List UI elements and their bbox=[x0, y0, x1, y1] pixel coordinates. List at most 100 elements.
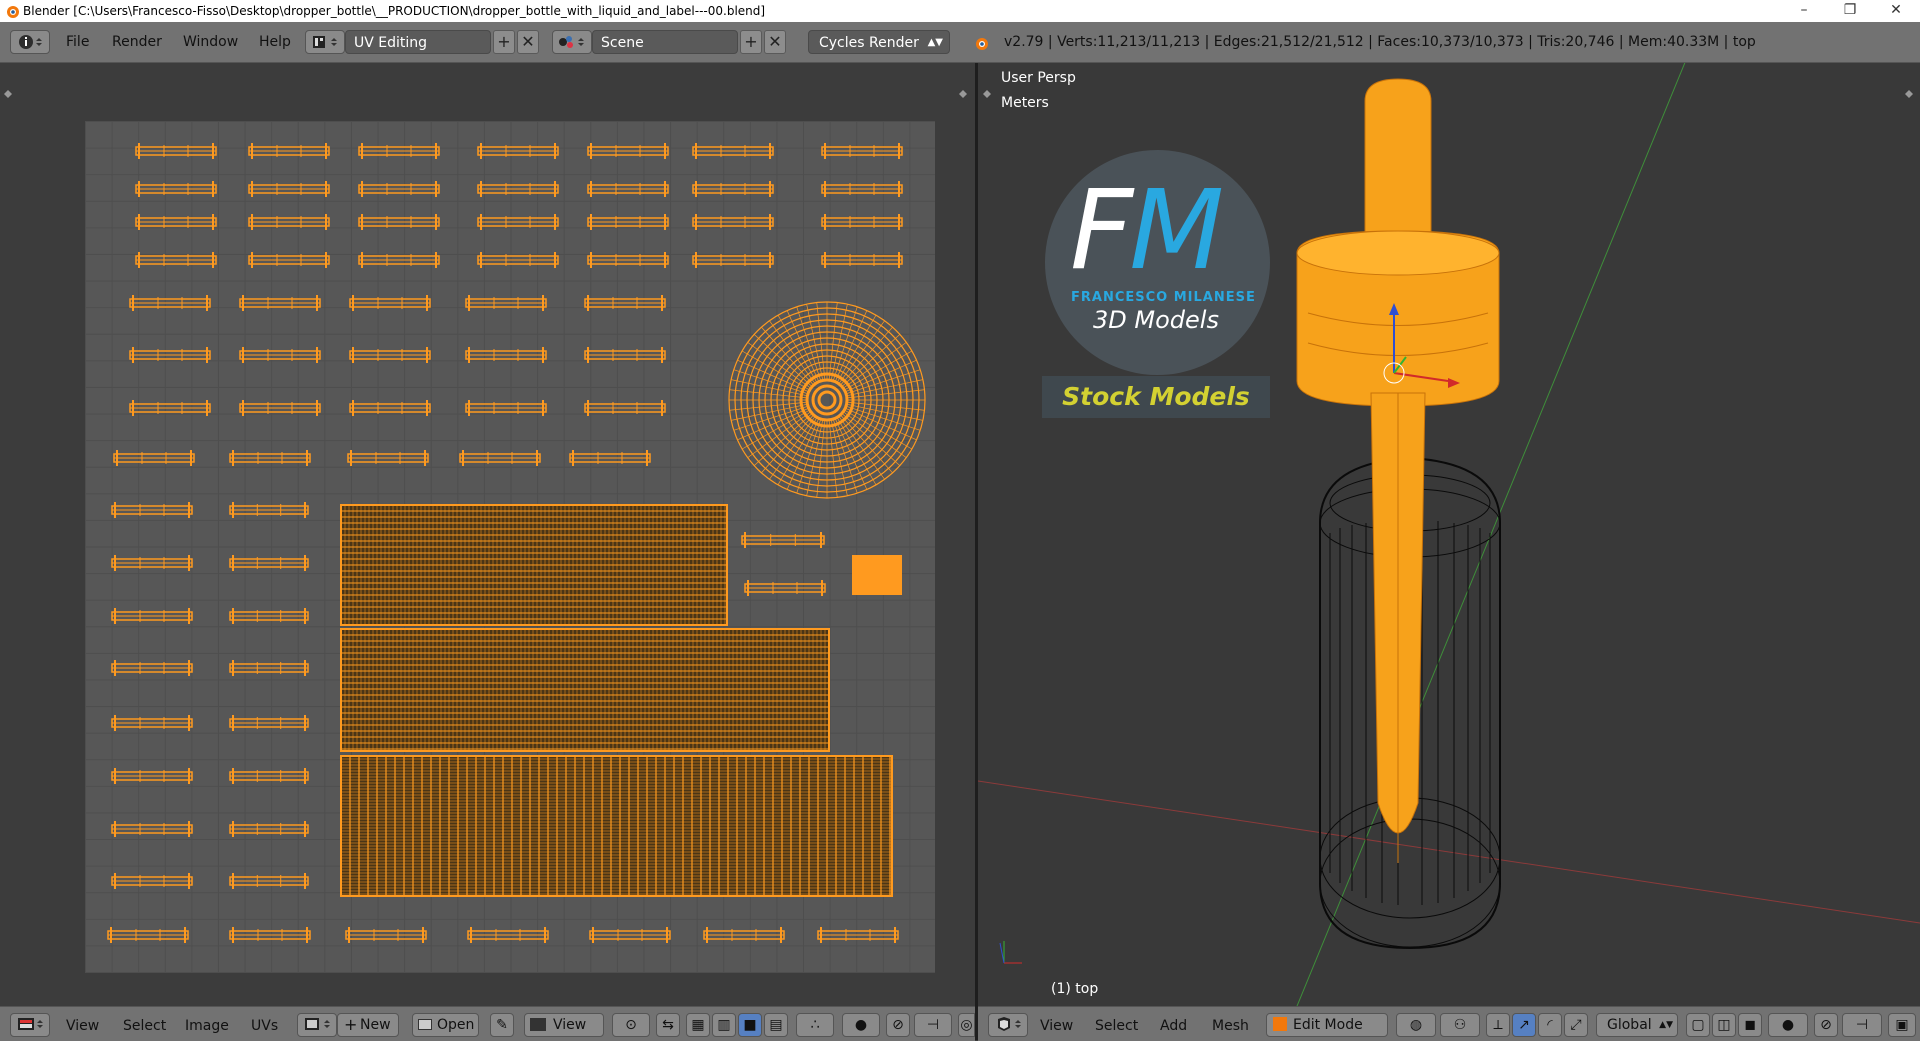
uv-island-square[interactable] bbox=[852, 555, 902, 595]
uv-island-strip[interactable] bbox=[821, 214, 903, 230]
uv-island-strip[interactable] bbox=[113, 450, 195, 466]
uv-island-block[interactable] bbox=[340, 755, 893, 897]
uv-island-strip[interactable] bbox=[703, 927, 785, 943]
uv-island-strip[interactable] bbox=[477, 143, 559, 159]
uv-island-strip[interactable] bbox=[229, 715, 309, 731]
uv-island-strip[interactable] bbox=[587, 252, 669, 268]
uv-island-strip[interactable] bbox=[477, 252, 559, 268]
uv-island-strip[interactable] bbox=[477, 181, 559, 197]
translate-manipulator-button[interactable]: ↗ bbox=[1512, 1013, 1536, 1037]
uv-island-strip[interactable] bbox=[345, 927, 427, 943]
uv-island-strip[interactable] bbox=[135, 143, 217, 159]
maximize-button[interactable]: ❐ bbox=[1828, 0, 1872, 22]
uv-island-strip[interactable] bbox=[358, 143, 440, 159]
screen-layout-selector[interactable] bbox=[305, 30, 345, 54]
edge-select-button[interactable]: ▥ bbox=[712, 1013, 736, 1037]
new-image-button[interactable]: + New bbox=[337, 1013, 399, 1037]
uv-island-strip[interactable] bbox=[358, 252, 440, 268]
uv-island-strip[interactable] bbox=[587, 181, 669, 197]
uv-island-strip[interactable] bbox=[821, 181, 903, 197]
uv-island-strip[interactable] bbox=[111, 821, 193, 837]
add-layout-button[interactable]: + bbox=[493, 30, 515, 54]
screen-layout-field[interactable]: UV Editing bbox=[345, 30, 491, 54]
snap-target-dropdown[interactable]: ⊣ bbox=[1842, 1013, 1882, 1037]
manipulator-toggle-button[interactable]: ⟂ bbox=[1486, 1013, 1510, 1037]
uv-island-strip[interactable] bbox=[347, 450, 429, 466]
sticky-select-dropdown[interactable]: ∴ bbox=[796, 1013, 834, 1037]
uv-menu-select[interactable]: Select bbox=[123, 1015, 166, 1037]
render-engine-dropdown[interactable]: Cycles Render ▲▼ bbox=[808, 30, 950, 54]
uv-island-strip[interactable] bbox=[239, 295, 321, 311]
uv-island-strip[interactable] bbox=[248, 181, 330, 197]
menu-help[interactable]: Help bbox=[259, 30, 291, 54]
menu-window[interactable]: Window bbox=[183, 30, 238, 54]
uv-island-strip[interactable] bbox=[229, 450, 311, 466]
uv-island-strip[interactable] bbox=[111, 873, 193, 889]
editor-type-info-button[interactable] bbox=[10, 30, 50, 54]
uv-island-strip[interactable] bbox=[135, 214, 217, 230]
uv-island-strip[interactable] bbox=[229, 768, 309, 784]
uv-island-strip[interactable] bbox=[741, 532, 825, 548]
uv-island-strip[interactable] bbox=[465, 347, 547, 363]
uv-island-strip[interactable] bbox=[349, 347, 431, 363]
uv-island-strip[interactable] bbox=[817, 927, 899, 943]
uv-island-block[interactable] bbox=[340, 504, 728, 626]
uv-island-strip[interactable] bbox=[587, 214, 669, 230]
transform-orientation-dropdown[interactable]: Global ▲▼ bbox=[1596, 1013, 1678, 1037]
image-browse-button[interactable] bbox=[297, 1013, 337, 1037]
uv-island-strip[interactable] bbox=[467, 927, 549, 943]
uv-image-editor[interactable] bbox=[0, 63, 975, 1006]
pivot-point-dropdown[interactable]: ⚇ bbox=[1440, 1013, 1480, 1037]
pin-image-button[interactable]: ✎ bbox=[490, 1013, 514, 1037]
uv-island-strip[interactable] bbox=[589, 927, 671, 943]
3d-menu-view[interactable]: View bbox=[1040, 1015, 1073, 1037]
uv-island-strip[interactable] bbox=[239, 400, 321, 416]
uv-island-strip[interactable] bbox=[111, 715, 193, 731]
uv-island-strip[interactable] bbox=[229, 502, 309, 518]
proportional-editing-dropdown[interactable]: ● bbox=[1768, 1013, 1808, 1037]
pivot-dropdown[interactable]: ⊙ bbox=[612, 1013, 650, 1037]
uv-island-strip[interactable] bbox=[587, 143, 669, 159]
uv-island-strip[interactable] bbox=[248, 143, 330, 159]
remove-layout-button[interactable]: ✕ bbox=[517, 30, 539, 54]
uv-island-strip[interactable] bbox=[229, 660, 309, 676]
snap-button[interactable]: ⊘ bbox=[1814, 1013, 1838, 1037]
uv-island-strip[interactable] bbox=[465, 295, 547, 311]
scene-field[interactable]: Scene bbox=[592, 30, 738, 54]
uv-island-strip[interactable] bbox=[477, 214, 559, 230]
uv-island-strip[interactable] bbox=[248, 252, 330, 268]
opengl-render-button[interactable]: ▣ bbox=[1888, 1013, 1916, 1037]
menu-render[interactable]: Render bbox=[112, 30, 162, 54]
uv-island-strip[interactable] bbox=[111, 555, 193, 571]
scene-selector[interactable] bbox=[552, 30, 592, 54]
vertex-select-button[interactable]: ▦ bbox=[686, 1013, 710, 1037]
interaction-mode-dropdown[interactable]: Edit Mode bbox=[1266, 1013, 1388, 1037]
uv-island-strip[interactable] bbox=[584, 347, 666, 363]
render-slot-button[interactable]: ◎ bbox=[958, 1013, 975, 1037]
close-window-button[interactable]: ✕ bbox=[1874, 0, 1918, 22]
uv-island-strip[interactable] bbox=[358, 214, 440, 230]
uv-menu-view[interactable]: View bbox=[66, 1015, 99, 1037]
uv-island-strip[interactable] bbox=[692, 214, 774, 230]
sync-selection-button[interactable]: ⇆ bbox=[656, 1013, 680, 1037]
uv-island-strip[interactable] bbox=[229, 927, 311, 943]
uv-island-strip[interactable] bbox=[821, 252, 903, 268]
uv-island-strip[interactable] bbox=[229, 821, 309, 837]
uv-island-strip[interactable] bbox=[692, 252, 774, 268]
uv-island-strip[interactable] bbox=[129, 295, 211, 311]
viewport-shading-dropdown[interactable]: ◍ bbox=[1396, 1013, 1436, 1037]
island-select-button[interactable]: ▤ bbox=[764, 1013, 788, 1037]
menu-file[interactable]: File bbox=[66, 30, 89, 54]
snap-element-dropdown[interactable]: ⊣ bbox=[914, 1013, 952, 1037]
uv-editor-type-button[interactable] bbox=[10, 1013, 50, 1037]
rotate-manipulator-button[interactable]: ◜ bbox=[1538, 1013, 1562, 1037]
minimize-button[interactable]: – bbox=[1782, 0, 1826, 22]
uv-island-block[interactable] bbox=[340, 628, 830, 752]
uv-island-strip[interactable] bbox=[111, 502, 193, 518]
face-select-button[interactable]: ■ bbox=[738, 1013, 762, 1037]
uv-island-strip[interactable] bbox=[692, 181, 774, 197]
snap-toggle-button[interactable]: ⊘ bbox=[886, 1013, 910, 1037]
uv-island-strip[interactable] bbox=[111, 608, 193, 624]
uv-island-strip[interactable] bbox=[569, 450, 651, 466]
image-mode-dropdown[interactable]: View bbox=[524, 1013, 604, 1037]
